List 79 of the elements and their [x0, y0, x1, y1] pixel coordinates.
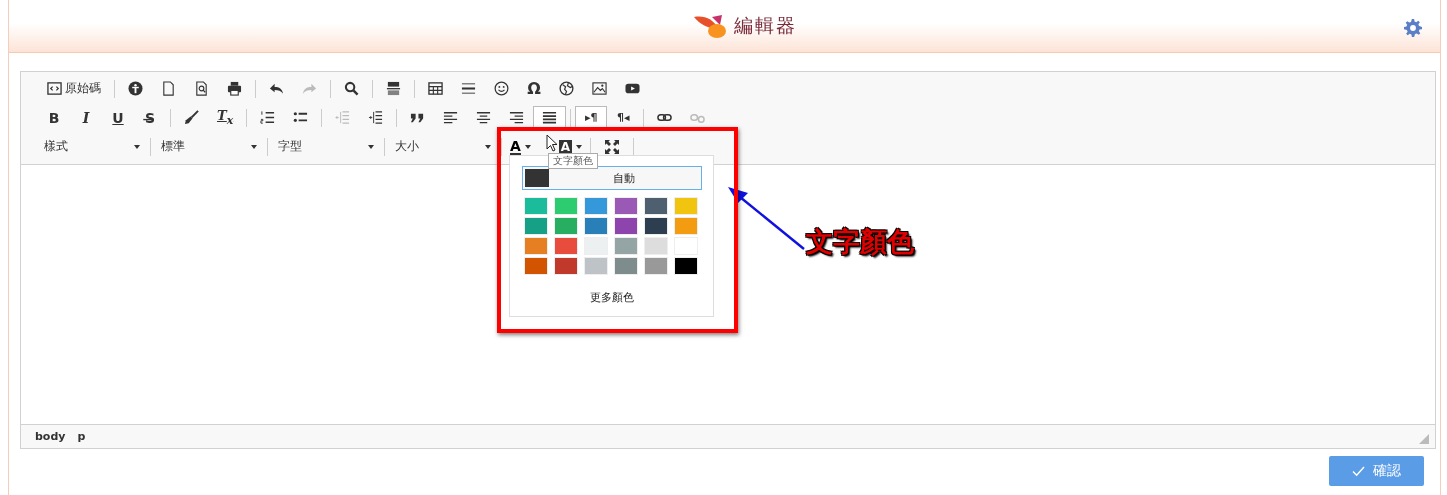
pagebreak-icon	[386, 81, 401, 96]
table-icon	[428, 81, 443, 96]
color-swatch[interactable]	[524, 257, 548, 275]
more-colors-link[interactable]: 更多顏色	[583, 289, 640, 306]
caret-icon	[524, 144, 531, 149]
dropdown[interactable]: 樣式	[38, 134, 146, 159]
settings-icon[interactable]	[1404, 19, 1422, 37]
caret-icon	[134, 144, 140, 149]
dropdown[interactable]: 字型	[272, 134, 380, 159]
caret-icon	[485, 144, 491, 149]
page-icon	[161, 81, 176, 96]
color-swatch[interactable]	[674, 257, 698, 275]
brush-icon	[184, 110, 199, 125]
color-swatch[interactable]	[584, 257, 608, 275]
preview-icon	[194, 81, 209, 96]
color-swatch[interactable]	[554, 197, 578, 215]
color-swatch[interactable]	[524, 197, 548, 215]
dropdown[interactable]: 標準	[155, 134, 263, 159]
caret-icon	[368, 144, 374, 149]
strike-button[interactable]: S̶	[134, 105, 166, 130]
dir-button[interactable]: ¶◂	[607, 105, 640, 130]
mouse-cursor-icon	[546, 134, 558, 152]
color-swatch[interactable]	[584, 217, 608, 235]
color-swatch[interactable]	[644, 237, 668, 255]
color-swatch[interactable]	[584, 197, 608, 215]
check-icon	[1352, 465, 1365, 477]
element-path-item[interactable]: p	[77, 430, 86, 443]
video-icon	[625, 81, 640, 96]
justify-button[interactable]	[533, 105, 567, 130]
caret-icon	[251, 144, 257, 149]
color-swatch[interactable]	[614, 197, 638, 215]
underline-button[interactable]: U	[102, 105, 134, 130]
color-swatch[interactable]	[674, 197, 698, 215]
print-icon	[227, 81, 242, 96]
image-icon	[592, 81, 607, 96]
hr-icon	[461, 81, 476, 96]
automatic-color-option[interactable]: 自動	[522, 166, 702, 190]
dropdown[interactable]: 大小	[389, 134, 497, 159]
justify-icon	[542, 110, 558, 125]
align-center-icon	[476, 110, 492, 125]
outdent-icon	[335, 110, 351, 125]
color-swatch[interactable]	[614, 237, 638, 255]
bold-button[interactable]: B	[38, 105, 70, 130]
search-icon	[344, 81, 359, 96]
ulist-icon	[293, 110, 309, 125]
annotation-label: 文字顏色	[806, 225, 914, 259]
leaf-logo-icon	[692, 13, 728, 39]
color-swatch[interactable]	[524, 217, 548, 235]
window-title: 編輯器	[734, 13, 797, 38]
color-swatch[interactable]	[614, 217, 638, 235]
clear-button[interactable]: T$_{x}$	[208, 105, 243, 130]
color-swatch[interactable]	[554, 257, 578, 275]
caret-icon	[576, 144, 583, 149]
redo-icon	[302, 81, 317, 96]
align-left-icon	[443, 110, 459, 125]
element-path-item[interactable]: body	[35, 430, 66, 443]
maximize-icon	[604, 138, 621, 155]
color-swatch[interactable]	[644, 197, 668, 215]
undo-icon	[269, 81, 284, 96]
olist-icon	[260, 110, 276, 125]
globe-icon	[559, 81, 574, 96]
color-swatch[interactable]	[644, 257, 668, 275]
color-swatch[interactable]	[644, 217, 668, 235]
tooltip: 文字顏色	[548, 153, 598, 169]
source-button[interactable]: 原始碼	[38, 76, 110, 101]
color-swatch[interactable]	[554, 217, 578, 235]
color-swatch[interactable]	[674, 217, 698, 235]
color-swatch[interactable]	[614, 257, 638, 275]
color-swatch[interactable]	[524, 237, 548, 255]
source-icon	[47, 81, 62, 96]
italic-button[interactable]: I	[70, 105, 102, 130]
indent-icon	[368, 110, 384, 125]
dir-button[interactable]: ▸¶	[575, 105, 608, 130]
info-icon	[128, 81, 143, 96]
smiley-icon	[494, 81, 509, 96]
resize-handle-icon[interactable]	[1419, 434, 1429, 444]
color-swatch[interactable]	[554, 237, 578, 255]
align-right-icon	[509, 110, 525, 125]
symbol-button[interactable]: Ω	[518, 76, 550, 101]
